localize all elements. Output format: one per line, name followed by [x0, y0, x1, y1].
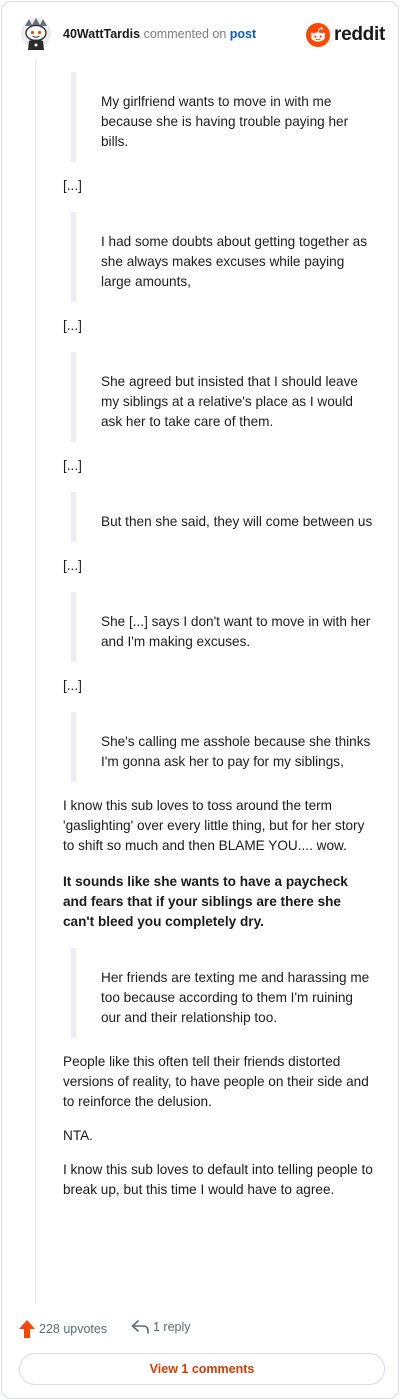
reply-arrow-icon [131, 1320, 149, 1334]
blockquote: But then she said, they will come betwee… [71, 492, 375, 542]
upvote-arrow-icon [19, 1320, 35, 1338]
username-link[interactable]: 40WattTardis [63, 27, 140, 41]
comment-header: 40WattTardis commented on post reddit [19, 16, 387, 56]
paragraph: I know this sub loves to toss around the… [63, 798, 365, 853]
blockquote: My girlfriend wants to move in with me b… [71, 72, 375, 162]
comment-card: 40WattTardis commented on post reddit My… [1, 1, 399, 1399]
ellipsis-text: [...] [63, 318, 82, 333]
comment-footer: 228 upvotes 1 reply [19, 1318, 385, 1342]
brand-wordmark: reddit [334, 24, 385, 45]
paragraph: NTA. [63, 1128, 93, 1143]
upvote-button[interactable]: 228 upvotes [19, 1320, 107, 1338]
paragraph: I know this sub loves to default into te… [63, 1162, 373, 1197]
header-text: 40WattTardis commented on post [63, 27, 256, 41]
blockquote: I had some doubts about getting together… [71, 212, 375, 302]
bold-paragraph: It sounds like she wants to have a paych… [63, 874, 348, 929]
reply-button[interactable]: 1 reply [131, 1320, 191, 1334]
ellipsis-text: [...] [63, 678, 82, 693]
ellipsis-text: [...] [63, 558, 82, 573]
blockquote: Her friends are texting me and harassing… [71, 948, 375, 1038]
view-comments-button[interactable]: View 1 comments [19, 1353, 385, 1385]
upvote-count: 228 upvotes [39, 1322, 108, 1336]
ellipsis-text: [...] [63, 458, 82, 473]
ellipsis-text: [...] [63, 178, 82, 193]
blockquote: She [...] says I don't want to move in w… [71, 592, 375, 662]
comment-body: My girlfriend wants to move in with me b… [63, 72, 375, 1200]
thread-line[interactable] [35, 60, 36, 1304]
reddit-logo-icon [306, 23, 331, 47]
blockquote: She's calling me asshole because she thi… [71, 712, 375, 782]
paragraph: People like this often tell their friend… [63, 1054, 369, 1109]
reply-count: 1 reply [153, 1320, 191, 1334]
snoo-avatar-icon[interactable] [19, 16, 53, 52]
action-text: commented on [143, 27, 227, 41]
blockquote: She agreed but insisted that I should le… [71, 352, 375, 442]
reddit-brand[interactable]: reddit [306, 22, 385, 48]
post-link[interactable]: post [230, 27, 256, 41]
